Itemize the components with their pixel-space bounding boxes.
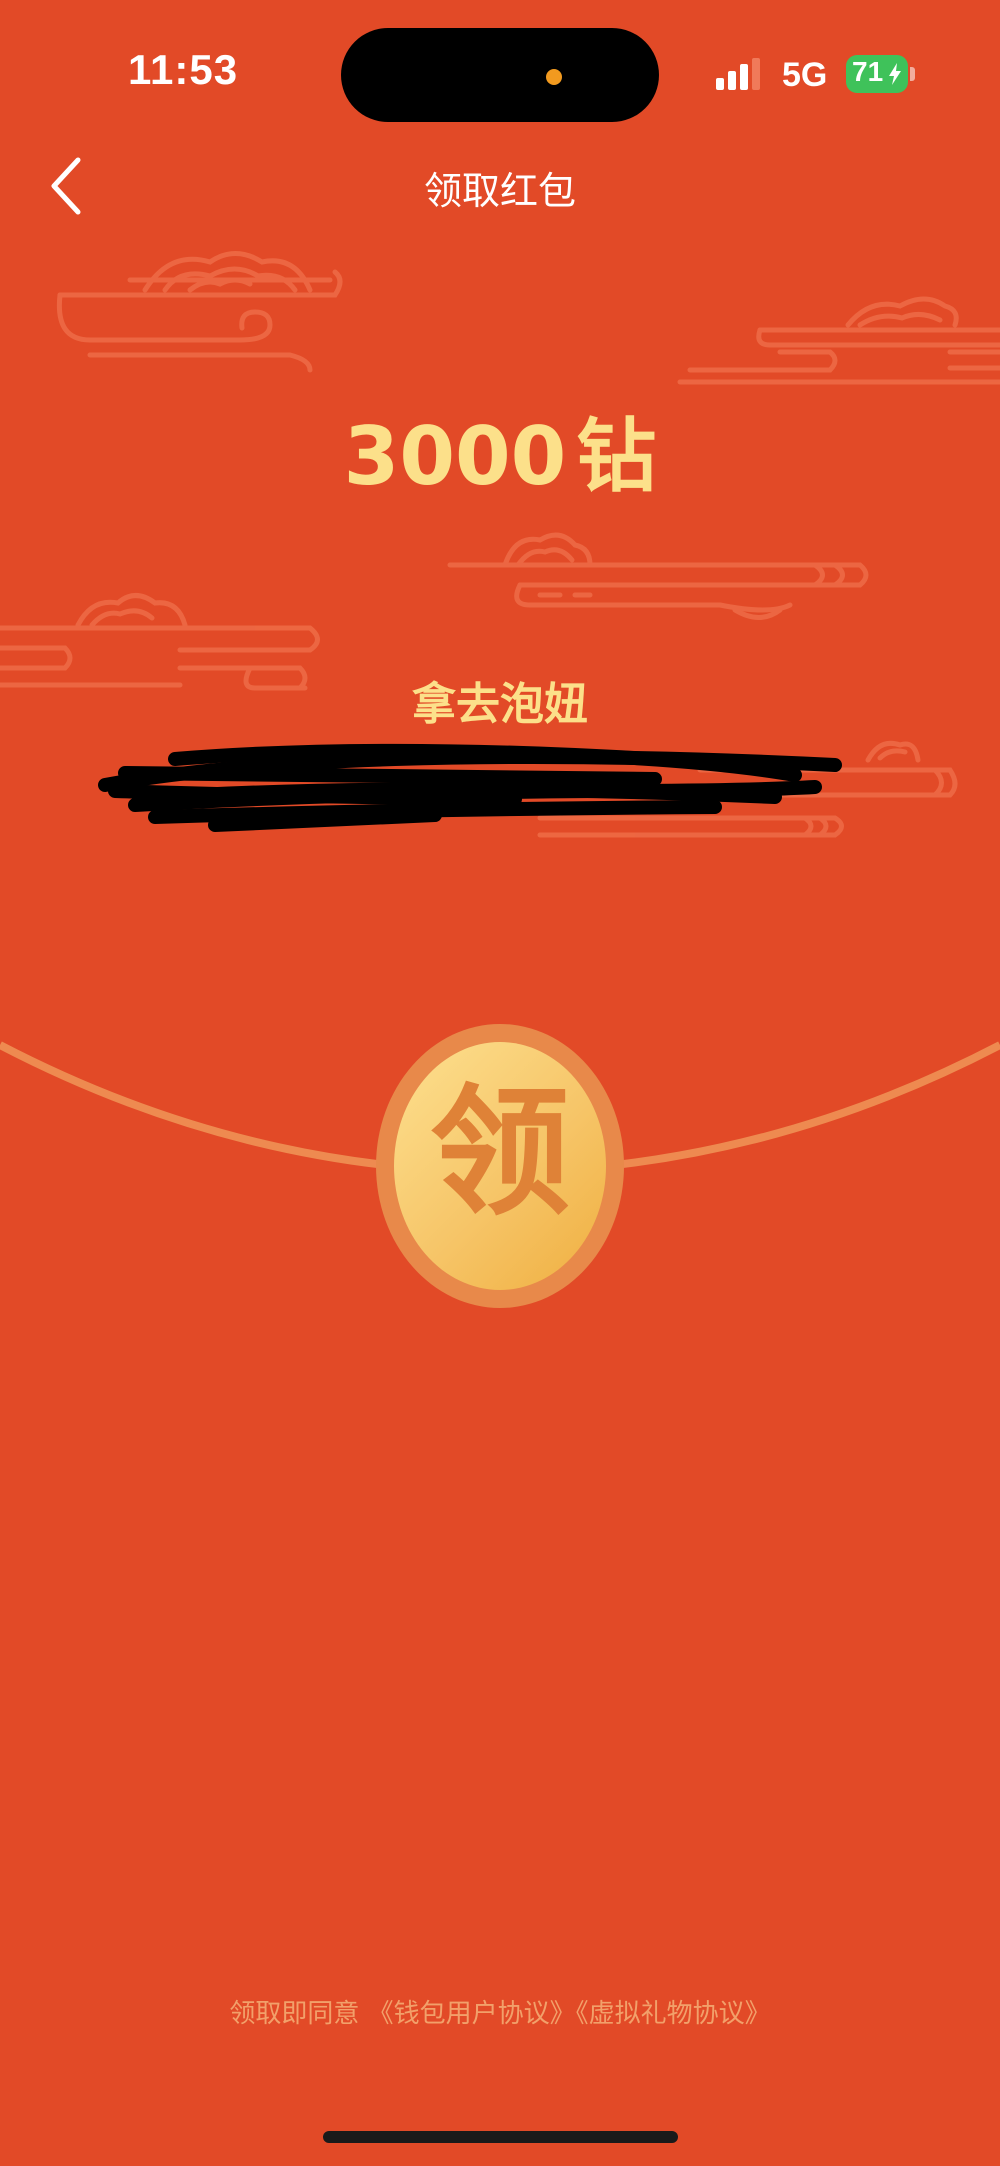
home-indicator[interactable] bbox=[323, 2131, 678, 2143]
agreement-prefix: 领取即同意 bbox=[229, 1999, 360, 2029]
dynamic-island bbox=[341, 28, 659, 122]
battery-level: 71 bbox=[852, 56, 884, 87]
amount-value: 3000 bbox=[343, 410, 567, 503]
charging-bolt-icon bbox=[889, 63, 901, 85]
redaction-scribble bbox=[98, 743, 842, 832]
red-packet-amount: 3000 钻 bbox=[0, 392, 1000, 508]
privacy-indicator-dot bbox=[546, 69, 562, 85]
agreement-text: 领取即同意 《钱包用户协议》《虚拟礼物协议》 bbox=[0, 1993, 1000, 2030]
gift-agreement-link[interactable]: 《虚拟礼物协议》 bbox=[576, 1999, 771, 2029]
wallet-agreement-link[interactable]: 《钱包用户协议》 bbox=[368, 1999, 576, 2029]
claim-button[interactable]: 领 bbox=[376, 1024, 624, 1308]
red-packet-message: 拿去泡妞 bbox=[412, 679, 588, 730]
status-time: 11:53 bbox=[128, 46, 239, 93]
claim-label: 领 bbox=[429, 1072, 570, 1235]
amount-unit: 钻 bbox=[576, 410, 657, 503]
network-type: 5G bbox=[782, 56, 828, 94]
page-title: 领取红包 bbox=[423, 169, 576, 213]
battery-icon: 71 bbox=[846, 55, 916, 93]
red-packet-screen: 11:53 5G 71 领取红包 3000 钻 拿去泡妞 领 领取即同意 《钱包… bbox=[0, 0, 1000, 2166]
signal-icon bbox=[716, 58, 760, 90]
